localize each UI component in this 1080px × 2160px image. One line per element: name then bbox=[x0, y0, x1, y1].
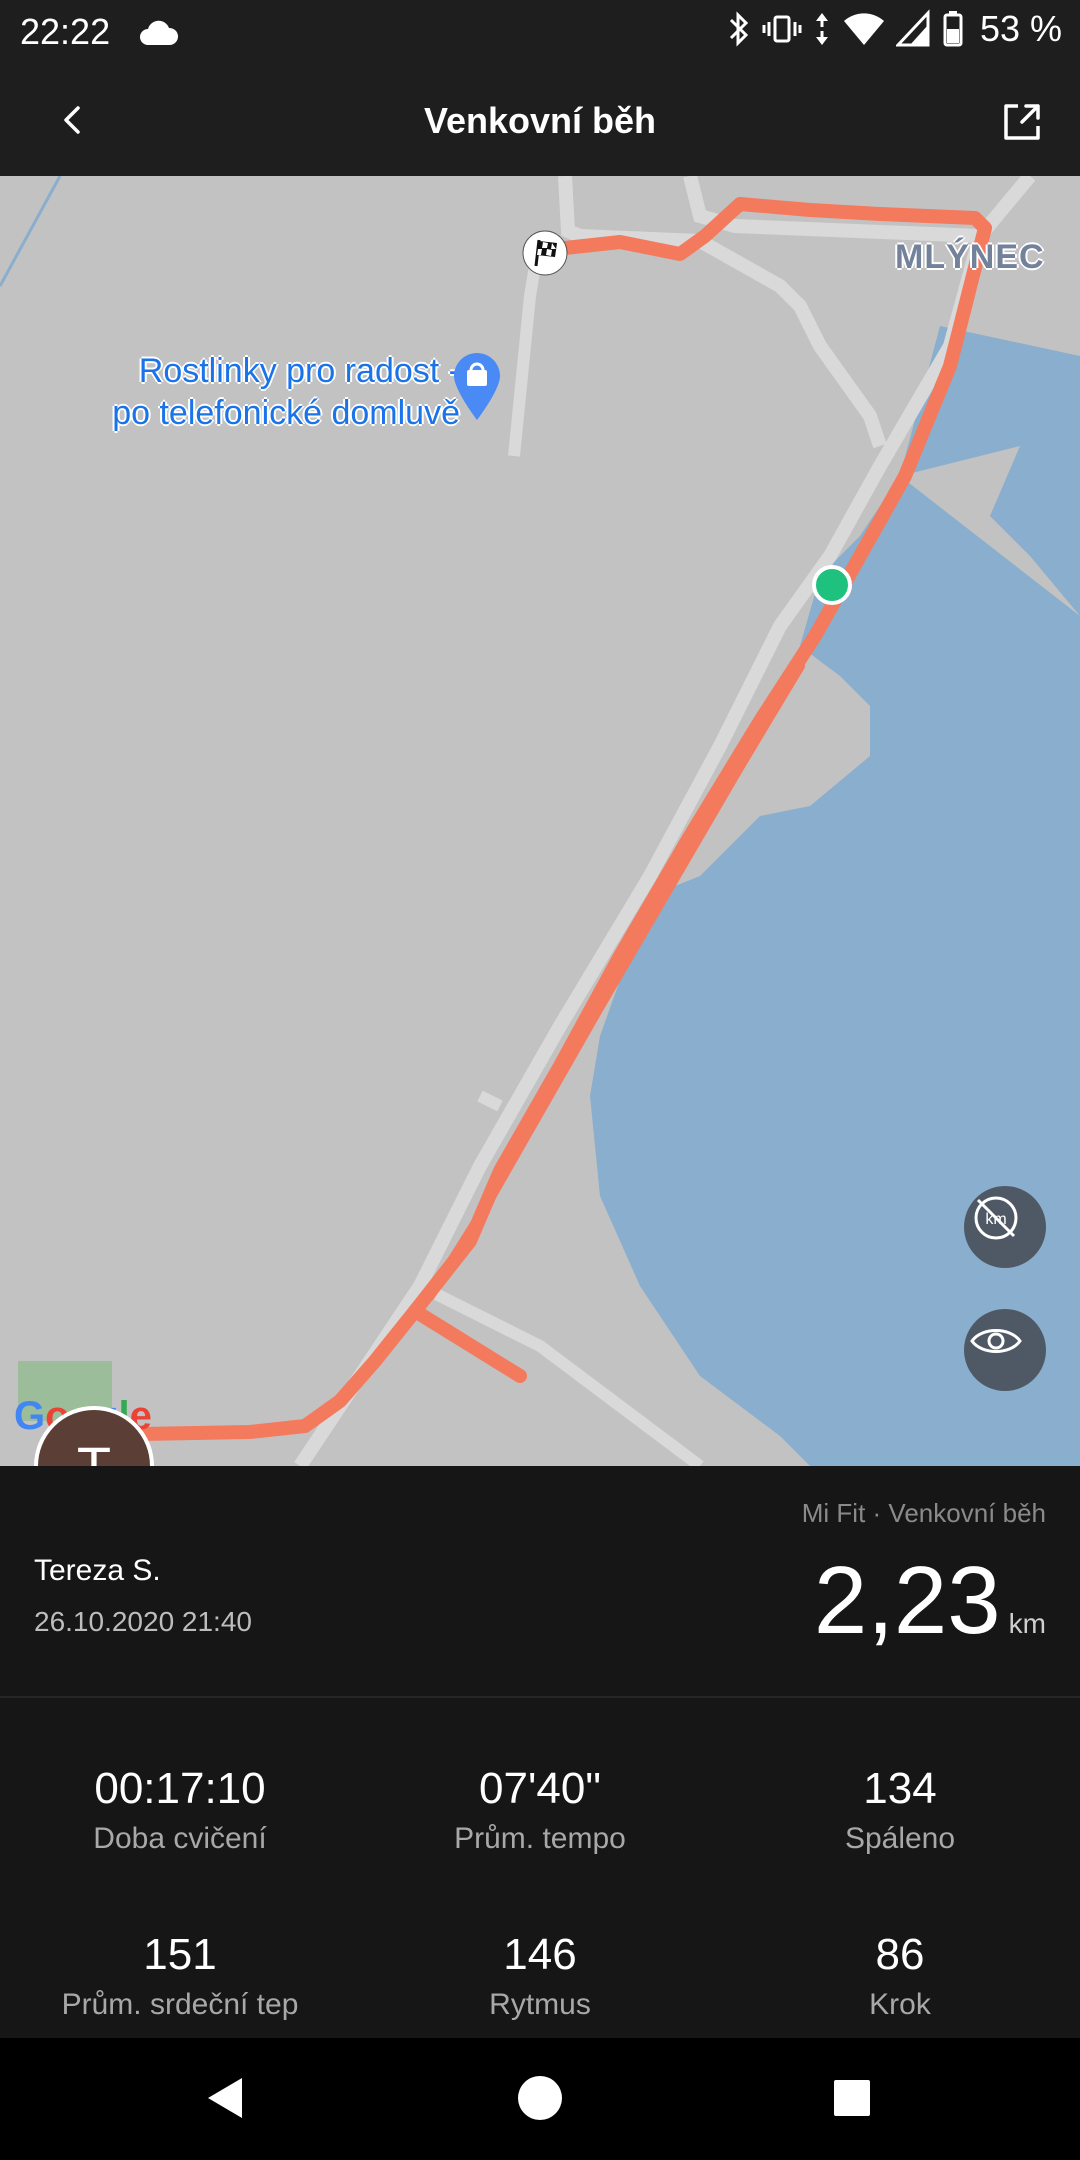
home-circle-icon bbox=[518, 2076, 562, 2120]
visibility-button[interactable] bbox=[964, 1309, 1046, 1391]
recents-square-icon bbox=[834, 2080, 870, 2116]
share-icon bbox=[1004, 104, 1040, 140]
stat-label: Doba cvičení bbox=[93, 1822, 267, 1855]
cloud-icon bbox=[138, 16, 179, 58]
workout-source: Mi Fit · Venkovní běh bbox=[801, 1498, 1046, 1528]
workout-date: 26.10.2020 21:40 bbox=[34, 1606, 252, 1637]
status-icons: 53 % bbox=[726, 8, 1062, 50]
route-map[interactable]: MLÝNEC Rostlinky pro radost - po telefon… bbox=[0, 176, 1080, 1466]
poi-label[interactable]: Rostlinky pro radost - po telefonické do… bbox=[40, 350, 460, 434]
stat-value: 151 bbox=[143, 1930, 217, 1979]
finish-flag-icon bbox=[522, 230, 568, 276]
distance-unit: km bbox=[1008, 1608, 1046, 1639]
user-name: Tereza S. bbox=[34, 1554, 161, 1587]
nav-back-button[interactable] bbox=[196, 2066, 260, 2130]
share-button[interactable] bbox=[990, 90, 1054, 154]
toolbar: Venkovní běh bbox=[0, 64, 1080, 176]
stat-cadence: 146 Rytmus bbox=[360, 1930, 720, 2022]
page-title: Venkovní běh bbox=[423, 100, 657, 141]
stat-value: 86 bbox=[875, 1930, 925, 1979]
stat-value: 146 bbox=[503, 1930, 577, 1979]
stat-stride: 86 Krok bbox=[720, 1930, 1080, 2022]
stat-label: Spáleno bbox=[844, 1822, 956, 1855]
wifi-icon bbox=[843, 13, 884, 45]
poi-label-line1: Rostlinky pro radost - bbox=[138, 352, 460, 390]
bluetooth-icon bbox=[729, 11, 749, 47]
shopping-bag-pin-icon[interactable] bbox=[452, 352, 502, 422]
stat-value: 134 bbox=[863, 1764, 937, 1813]
stat-label: Rytmus bbox=[489, 1988, 591, 2021]
signal-icon bbox=[895, 9, 930, 47]
stat-value: 00:17:10 bbox=[94, 1764, 266, 1813]
hide-km-button[interactable]: km bbox=[964, 1186, 1046, 1268]
stat-duration: 00:17:10 Doba cvičení bbox=[0, 1764, 360, 1856]
status-time: 22:22 bbox=[20, 11, 111, 52]
stat-pace: 07'40" Prům. tempo bbox=[360, 1764, 720, 1856]
status-bar: 22:22 53 % bbox=[0, 0, 1080, 64]
nav-recents-button[interactable] bbox=[820, 2066, 884, 2130]
battery-icon bbox=[943, 11, 963, 47]
stat-calories: 134 Spáleno bbox=[720, 1764, 1080, 1856]
battery-percent: 53 % bbox=[979, 8, 1062, 49]
stat-heart-rate: 151 Prům. srdeční tep bbox=[0, 1930, 360, 2022]
vibrate-icon bbox=[762, 15, 802, 43]
system-nav-bar bbox=[0, 2038, 1080, 2160]
hide-km-icon: km bbox=[974, 1196, 1018, 1240]
data-arrows-icon bbox=[815, 13, 828, 45]
stat-label: Prům. tempo bbox=[454, 1822, 626, 1855]
distance-value: 2,23 bbox=[813, 1547, 1001, 1654]
back-triangle-icon bbox=[208, 2078, 242, 2118]
poi-label-line2: po telefonické domluvě bbox=[112, 394, 460, 432]
stat-label: Prům. srdeční tep bbox=[61, 1988, 299, 2021]
eye-icon bbox=[970, 1329, 1022, 1353]
stat-label: Krok bbox=[869, 1988, 931, 2021]
stats-grid: 00:17:10 Doba cvičení 07'40" Prům. tempo… bbox=[0, 1698, 1080, 2038]
nav-home-button[interactable] bbox=[508, 2066, 572, 2130]
distance: 2,23 km bbox=[814, 1546, 1046, 1656]
stat-value: 07'40" bbox=[479, 1764, 601, 1813]
workout-info: Tereza S. 26.10.2020 21:40 Mi Fit · Venk… bbox=[0, 1466, 1080, 1696]
place-label: MLÝNEC bbox=[895, 238, 1045, 276]
current-position-marker bbox=[812, 565, 852, 605]
